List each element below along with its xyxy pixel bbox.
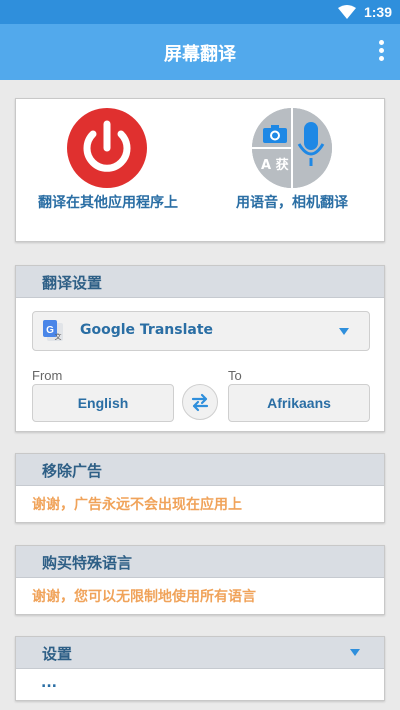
status-time: 1:39 [363,4,392,20]
chevron-down-icon [339,328,349,335]
voice-camera-icon[interactable]: A 获 [252,108,332,188]
svg-text:文: 文 [55,332,62,341]
translation-settings-title: 翻译设置 [42,274,103,292]
power-icon[interactable] [67,108,147,188]
google-translate-icon: G 文 [43,320,63,341]
swap-languages-button[interactable] [182,384,218,420]
chevron-down-icon [350,649,360,656]
status-bar: 1:39 [0,0,400,24]
from-label: From [32,368,63,383]
remove-ads-header: 移除广告 [16,454,384,486]
app-title: 屏幕翻译 [164,44,236,65]
remove-ads-title: 移除广告 [42,462,103,480]
voice-camera-label: 用语音，相机翻译 [236,195,348,211]
translation-engine-name: Google Translate [80,322,214,338]
buy-languages-card[interactable]: 购买特殊语言 谢谢，您可以无限制地使用所有语言 [15,545,385,615]
translation-settings-header: 翻译设置 [16,266,384,298]
settings-card[interactable]: 设置 ... [15,636,385,701]
swap-icon [191,393,209,412]
buy-languages-message: 谢谢，您可以无限制地使用所有语言 [32,589,256,605]
svg-text:G: G [46,325,54,336]
remove-ads-card[interactable]: 移除广告 谢谢，广告永远不会出现在应用上 [15,453,385,523]
remove-ads-message: 谢谢，广告永远不会出现在应用上 [32,497,242,513]
translation-engine-select[interactable]: G 文 Google Translate [32,311,370,351]
screen-translate-label: 翻译在其他应用程序上 [38,195,178,211]
settings-content: ... [41,675,57,691]
settings-title: 设置 [42,645,73,663]
settings-header[interactable]: 设置 [16,637,384,669]
translation-settings-card: 翻译设置 G 文 Google Translate From To Englis… [15,265,385,432]
to-language-button[interactable]: Afrikaans [228,384,370,422]
voice-icon-text: A 获 [261,158,289,173]
app-bar: 屏幕翻译 [0,24,400,80]
from-language-button[interactable]: English [32,384,174,422]
buy-languages-title: 购买特殊语言 [42,554,133,572]
overflow-menu-icon[interactable] [376,40,386,64]
wifi-icon [338,5,356,19]
to-label: To [228,368,242,383]
buy-languages-header: 购买特殊语言 [16,546,384,578]
